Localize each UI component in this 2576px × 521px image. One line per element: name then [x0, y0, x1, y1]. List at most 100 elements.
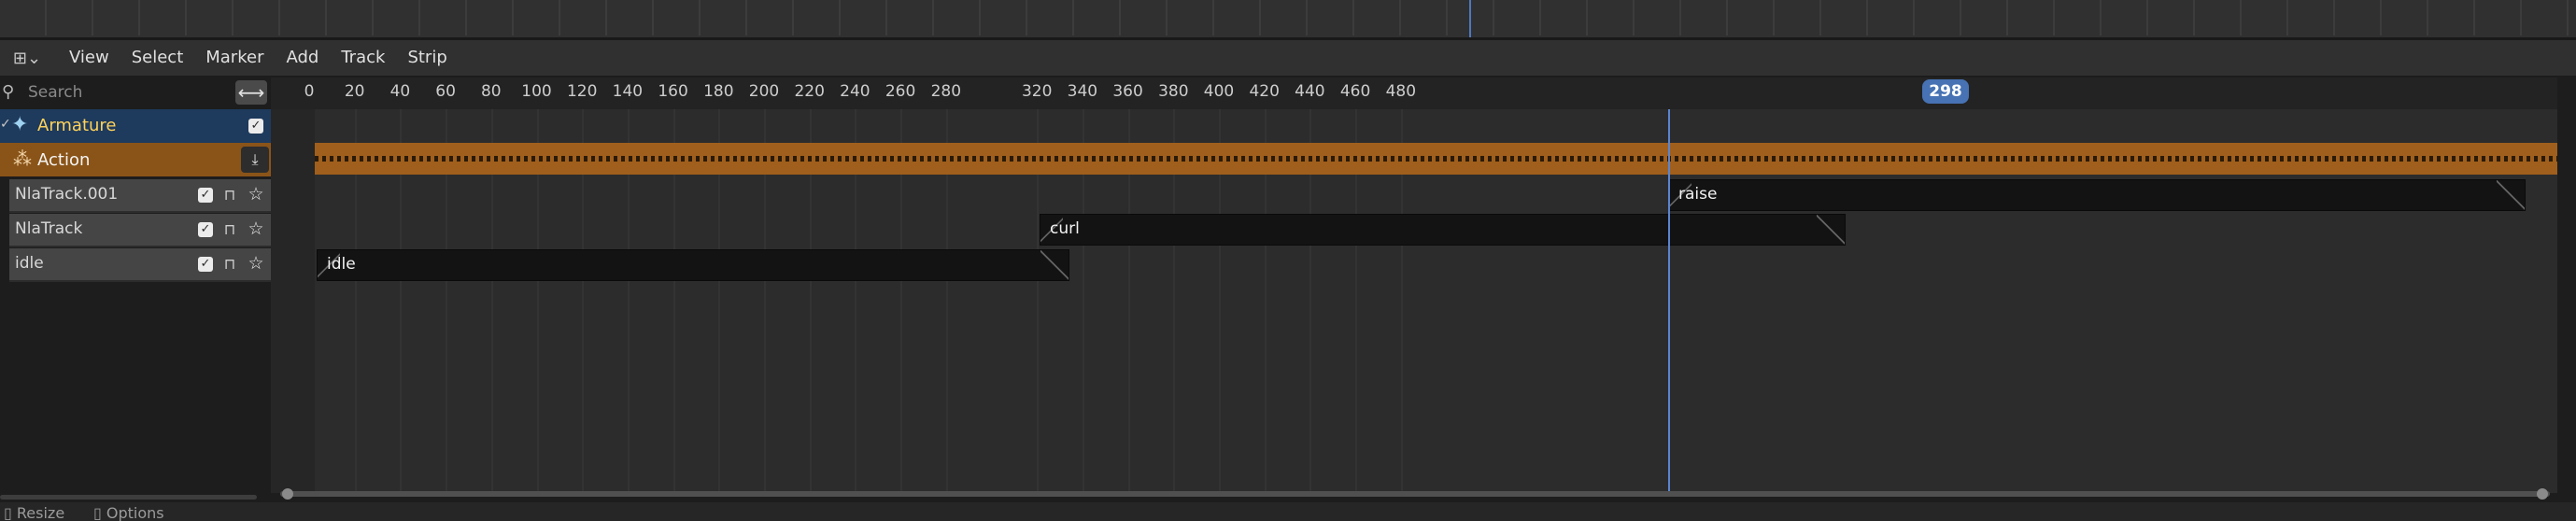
ruler-tick-label: 320 [1021, 82, 1053, 101]
editor-type-selector[interactable]: ⊞⌄ [4, 44, 50, 72]
timeline-tick [138, 0, 140, 35]
timeline-tick [1352, 0, 1354, 35]
menu-select[interactable]: Select [120, 42, 195, 74]
ruler-tick-label: 20 [344, 82, 365, 101]
track-mute-checkbox[interactable]: ✓ [198, 222, 213, 237]
track-mute-checkbox[interactable]: ✓ [198, 188, 213, 203]
ruler-tick-label: 340 [1067, 82, 1098, 101]
timeline-playhead[interactable] [1469, 0, 1471, 37]
track-mute-checkbox[interactable]: ✓ [198, 257, 213, 272]
ruler-tick-label: 220 [794, 82, 825, 101]
status-resize-label: Resize [16, 504, 65, 521]
channel-list: ⚲ ⟷ ✓ ✦ Armature ✓ ⁂ Action ⤓ NlaTrack.0… [0, 77, 271, 493]
channel-track-nlatrack[interactable]: NlaTrack ✓ ⊓ ☆ [9, 214, 271, 247]
ruler-tick-label: 460 [1339, 82, 1371, 101]
armature-icon: ✦ [11, 113, 29, 136]
timeline-tick [2567, 0, 2569, 35]
action-line[interactable] [315, 143, 2557, 175]
status-options-label: Options [106, 504, 164, 521]
push-down-button[interactable]: ⤓ [241, 147, 269, 173]
swap-arrows-icon: ⟷ [237, 81, 265, 104]
lock-icon[interactable]: ⊓ [220, 186, 239, 204]
menu-view[interactable]: View [58, 42, 120, 74]
timeline-tick [885, 0, 887, 35]
channel-track-idle[interactable]: idle ✓ ⊓ ☆ [9, 248, 271, 282]
horizontal-scrollbar[interactable] [280, 491, 2550, 497]
timeline-tick [559, 0, 560, 35]
timeline-tick [325, 0, 327, 35]
timeline-tick [2146, 0, 2148, 35]
nla-strip-raise[interactable]: raise [1668, 179, 2526, 211]
timeline-tick [2427, 0, 2428, 35]
channel-action[interactable]: ⁂ Action ⤓ [0, 143, 271, 176]
strip-blend-out-handle [2497, 180, 2525, 210]
timeline-tick [1306, 0, 1308, 35]
armature-enable-checkbox[interactable]: ✓ [248, 119, 263, 134]
ruler-tick-label: 420 [1249, 82, 1280, 101]
timeline-tick [512, 0, 514, 35]
ruler-tick-label: 140 [612, 82, 644, 101]
scroll-handle-left[interactable] [282, 488, 293, 500]
track-label: idle [15, 254, 44, 273]
timeline-tick [605, 0, 607, 35]
timeline-tick [278, 0, 280, 35]
strip-blend-out-handle [1040, 250, 1069, 280]
status-options: ▯ Options [93, 504, 164, 521]
status-resize: ▯ Resize [4, 504, 64, 521]
timeline-tick [2053, 0, 2055, 35]
status-bar: ▯ Resize ▯ Options [0, 502, 2576, 521]
scroll-handle-right[interactable] [2537, 488, 2548, 500]
playhead-line[interactable] [1668, 109, 1670, 493]
channel-armature[interactable]: ✓ ✦ Armature ✓ [0, 109, 271, 143]
filter-toggle-button[interactable]: ⟷ [235, 80, 267, 105]
nla-strip-curl[interactable]: curl [1040, 214, 1846, 246]
ruler-tick-label: 360 [1112, 82, 1143, 101]
timeline-strip[interactable] [0, 0, 2576, 40]
menu-marker[interactable]: Marker [194, 42, 275, 74]
current-frame-indicator[interactable]: 298 [1922, 79, 1969, 104]
timeline-tick [1539, 0, 1541, 35]
ruler-tick-label: 0 [304, 82, 315, 101]
nla-editor: ⊞⌄ View Select Marker Add Track Strip ⚲ … [0, 0, 2576, 521]
mouse-icon: ▯ [93, 504, 102, 521]
channel-track-nlatrack001[interactable]: NlaTrack.001 ✓ ⊓ ☆ [9, 179, 271, 213]
timeline-tick [1493, 0, 1494, 35]
timeline-tick [232, 0, 234, 35]
armature-label: Armature [37, 116, 117, 135]
timeline-tick [1212, 0, 1214, 35]
strip-blend-out-handle [1817, 215, 1845, 245]
timeline-tick [1072, 0, 1074, 35]
expand-arrow-icon[interactable]: ✓ [0, 117, 11, 132]
timeline-tick [45, 0, 47, 35]
timeline-tick [1399, 0, 1401, 35]
timeline-tick [1446, 0, 1448, 35]
timeline-tick [1679, 0, 1681, 35]
menu-strip[interactable]: Strip [396, 42, 458, 74]
lock-icon[interactable]: ⊓ [220, 255, 239, 274]
strip-label: raise [1678, 185, 1718, 204]
nla-strip-idle[interactable]: idle [317, 249, 1069, 281]
search-input[interactable] [24, 81, 237, 104]
ruler-tick-label: 380 [1158, 82, 1189, 101]
channel-scrollbar[interactable] [0, 495, 257, 500]
frame-ruler[interactable]: 298 0 20 40 60 80 100 120 140 160 180 200 220 240 260… [271, 77, 2557, 109]
strip-gutter [271, 109, 315, 493]
strip-label: curl [1050, 219, 1080, 238]
timeline-tick [979, 0, 981, 35]
timeline-tick [372, 0, 374, 35]
menu-add[interactable]: Add [275, 42, 330, 74]
star-icon[interactable]: ☆ [247, 219, 265, 238]
lock-icon[interactable]: ⊓ [220, 220, 239, 239]
menu-track[interactable]: Track [330, 42, 396, 74]
timeline-tick [92, 0, 93, 35]
star-icon[interactable]: ☆ [247, 254, 265, 273]
timeline-tick [1026, 0, 1027, 35]
ruler-tick-label: 480 [1385, 82, 1417, 101]
timeline-tick [465, 0, 467, 35]
timeline-tick [932, 0, 934, 35]
timeline-tick [2006, 0, 2008, 35]
search-icon: ⚲ [2, 82, 15, 102]
star-icon[interactable]: ☆ [247, 185, 265, 204]
timeline-tick [1866, 0, 1868, 35]
timeline-tick [839, 0, 841, 35]
